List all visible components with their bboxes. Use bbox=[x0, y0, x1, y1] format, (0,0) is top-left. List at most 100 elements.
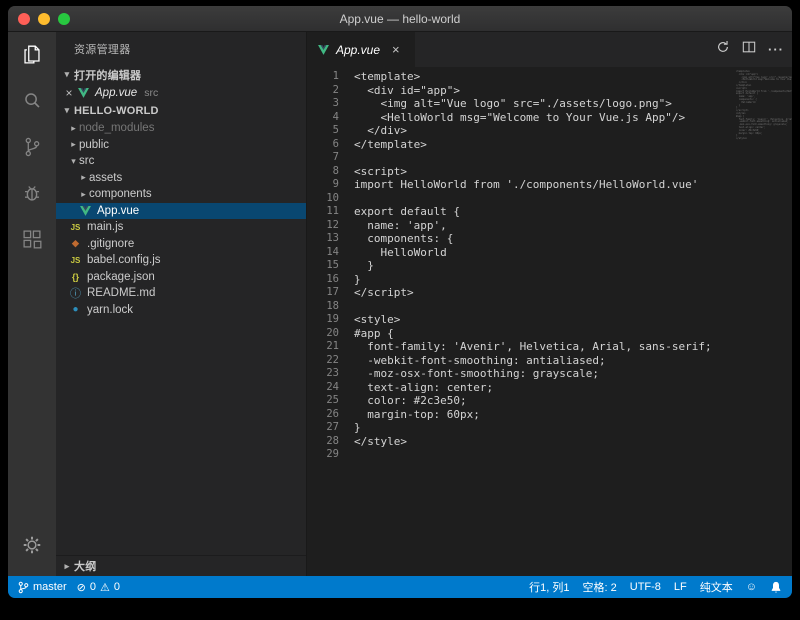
split-editor-icon[interactable] bbox=[742, 40, 756, 59]
code-line[interactable]: 9import HelloWorld from './components/He… bbox=[307, 178, 792, 192]
code-line[interactable]: 4 <HelloWorld msg="Welcome to Your Vue.j… bbox=[307, 111, 792, 125]
git-icon: ◆ bbox=[68, 238, 83, 249]
more-actions-icon[interactable]: ··· bbox=[768, 42, 784, 57]
code-line[interactable]: 25 color: #2c3e50; bbox=[307, 394, 792, 408]
folder-header[interactable]: ▾ HELLO-WORLD bbox=[56, 101, 306, 120]
line-content: } bbox=[339, 273, 361, 287]
tree-item-components[interactable]: ▸components bbox=[56, 186, 306, 203]
vue-icon bbox=[316, 45, 331, 55]
extensions-icon[interactable] bbox=[8, 216, 56, 262]
branch-icon bbox=[18, 581, 29, 594]
zoom-window-button[interactable] bbox=[58, 13, 70, 25]
open-editor-item[interactable]: × App.vue src bbox=[56, 84, 306, 101]
notifications-bell-icon[interactable] bbox=[770, 581, 782, 594]
code-line[interactable]: 13 components: { bbox=[307, 232, 792, 246]
code-line[interactable]: 20#app { bbox=[307, 327, 792, 341]
line-number: 13 bbox=[307, 232, 339, 246]
feedback-smiley-icon[interactable]: ☺ bbox=[746, 581, 757, 593]
tree-item-README.md[interactable]: ⓘREADME.md bbox=[56, 285, 306, 302]
open-editor-detail: src bbox=[144, 87, 158, 99]
code-line[interactable]: 6</template> bbox=[307, 138, 792, 152]
debug-icon[interactable] bbox=[8, 170, 56, 216]
code-line[interactable]: 23 -moz-osx-font-smoothing: grayscale; bbox=[307, 367, 792, 381]
line-content bbox=[339, 192, 354, 206]
line-number: 9 bbox=[307, 178, 339, 192]
tree-item-package.json[interactable]: {}package.json bbox=[56, 269, 306, 286]
code-line[interactable]: 12 name: 'app', bbox=[307, 219, 792, 233]
tree-item-label: main.js bbox=[87, 221, 123, 233]
indentation[interactable]: 空格: 2 bbox=[583, 579, 617, 595]
line-content: <script> bbox=[339, 165, 407, 179]
code-line[interactable]: 28</style> bbox=[307, 435, 792, 449]
open-editors-header[interactable]: ▾ 打开的编辑器 bbox=[56, 65, 306, 84]
code-line[interactable]: 14 HelloWorld bbox=[307, 246, 792, 260]
code-line[interactable]: 1<template> bbox=[307, 70, 792, 84]
tree-item-yarn.lock[interactable]: ●yarn.lock bbox=[56, 302, 306, 319]
titlebar[interactable]: App.vue — hello-world bbox=[8, 6, 792, 32]
code-line[interactable]: 19<style> bbox=[307, 313, 792, 327]
editor-actions: ··· bbox=[716, 32, 784, 67]
minimap[interactable]: <template> <div id="app"> <img alt="Vue … bbox=[736, 67, 792, 576]
code-line[interactable]: 16} bbox=[307, 273, 792, 287]
line-number: 8 bbox=[307, 165, 339, 179]
source-control-icon[interactable] bbox=[8, 124, 56, 170]
warnings-count: 0 bbox=[114, 581, 120, 593]
code-line[interactable]: 29 bbox=[307, 448, 792, 462]
code-line[interactable]: 2 <div id="app"> bbox=[307, 84, 792, 98]
js-icon: JS bbox=[68, 223, 83, 232]
code-line[interactable]: 10 bbox=[307, 192, 792, 206]
tree-item-label: babel.config.js bbox=[87, 254, 161, 266]
tree-item-App.vue[interactable]: App.vue bbox=[56, 203, 306, 220]
code-line[interactable]: 27} bbox=[307, 421, 792, 435]
close-tab-icon[interactable]: × bbox=[392, 42, 400, 57]
cursor-position[interactable]: 行1, 列1 bbox=[529, 579, 569, 595]
outline-header[interactable]: ▸ 大纲 bbox=[56, 555, 306, 576]
code-line[interactable]: 8<script> bbox=[307, 165, 792, 179]
line-number: 5 bbox=[307, 124, 339, 138]
folder-label: HELLO-WORLD bbox=[74, 105, 159, 117]
tree-item-src[interactable]: ▾src bbox=[56, 153, 306, 170]
settings-gear-icon[interactable] bbox=[8, 522, 56, 568]
minimize-window-button[interactable] bbox=[38, 13, 50, 25]
tab-app-vue[interactable]: App.vue × bbox=[307, 32, 415, 67]
problems-item[interactable]: ⊘ 0 ⚠ 0 bbox=[77, 581, 120, 594]
chevron-right-icon: ▸ bbox=[78, 189, 89, 200]
tree-item-babel.config.js[interactable]: JSbabel.config.js bbox=[56, 252, 306, 269]
code-line[interactable]: 22 -webkit-font-smoothing: antialiased; bbox=[307, 354, 792, 368]
code-line[interactable]: 5 </div> bbox=[307, 124, 792, 138]
code-line[interactable]: 11export default { bbox=[307, 205, 792, 219]
search-icon[interactable] bbox=[8, 78, 56, 124]
chevron-down-icon: ▾ bbox=[60, 105, 74, 116]
code-line[interactable]: 26 margin-top: 60px; bbox=[307, 408, 792, 422]
line-content: text-align: center; bbox=[339, 381, 493, 395]
code-line[interactable]: 18 bbox=[307, 300, 792, 314]
close-editor-icon[interactable]: × bbox=[62, 86, 76, 100]
close-window-button[interactable] bbox=[18, 13, 30, 25]
tree-item-main.js[interactable]: JS main.js bbox=[56, 219, 306, 236]
line-number: 16 bbox=[307, 273, 339, 287]
info-icon: ⓘ bbox=[68, 285, 83, 301]
code-line[interactable]: 7 bbox=[307, 151, 792, 165]
tree-item-.gitignore[interactable]: ◆.gitignore bbox=[56, 236, 306, 253]
sync-icon[interactable] bbox=[716, 40, 730, 59]
code-line[interactable]: 3 <img alt="Vue logo" src="./assets/logo… bbox=[307, 97, 792, 111]
encoding[interactable]: UTF-8 bbox=[630, 581, 661, 593]
editor[interactable]: 1<template>2 <div id="app">3 <img alt="V… bbox=[307, 67, 792, 576]
file-tree: ▸node_modules▸public▾src▸assets▸componen… bbox=[56, 120, 306, 318]
explorer-icon[interactable] bbox=[8, 32, 56, 78]
code-line[interactable]: 17</script> bbox=[307, 286, 792, 300]
tree-item-assets[interactable]: ▸assets bbox=[56, 170, 306, 187]
sidebar: 资源管理器 ▾ 打开的编辑器 × App.vue src ▾ HELLO-WOR… bbox=[56, 32, 306, 576]
line-content: -webkit-font-smoothing: antialiased; bbox=[339, 354, 606, 368]
tree-item-public[interactable]: ▸public bbox=[56, 137, 306, 154]
errors-icon: ⊘ bbox=[77, 581, 86, 594]
tree-item-node_modules[interactable]: ▸node_modules bbox=[56, 120, 306, 137]
line-number: 12 bbox=[307, 219, 339, 233]
code-line[interactable]: 24 text-align: center; bbox=[307, 381, 792, 395]
eol-sequence[interactable]: LF bbox=[674, 581, 687, 593]
git-branch-item[interactable]: master bbox=[18, 581, 67, 594]
code-line[interactable]: 21 font-family: 'Avenir', Helvetica, Ari… bbox=[307, 340, 792, 354]
language-mode[interactable]: 纯文本 bbox=[700, 579, 733, 595]
line-content bbox=[339, 448, 354, 462]
code-line[interactable]: 15 } bbox=[307, 259, 792, 273]
